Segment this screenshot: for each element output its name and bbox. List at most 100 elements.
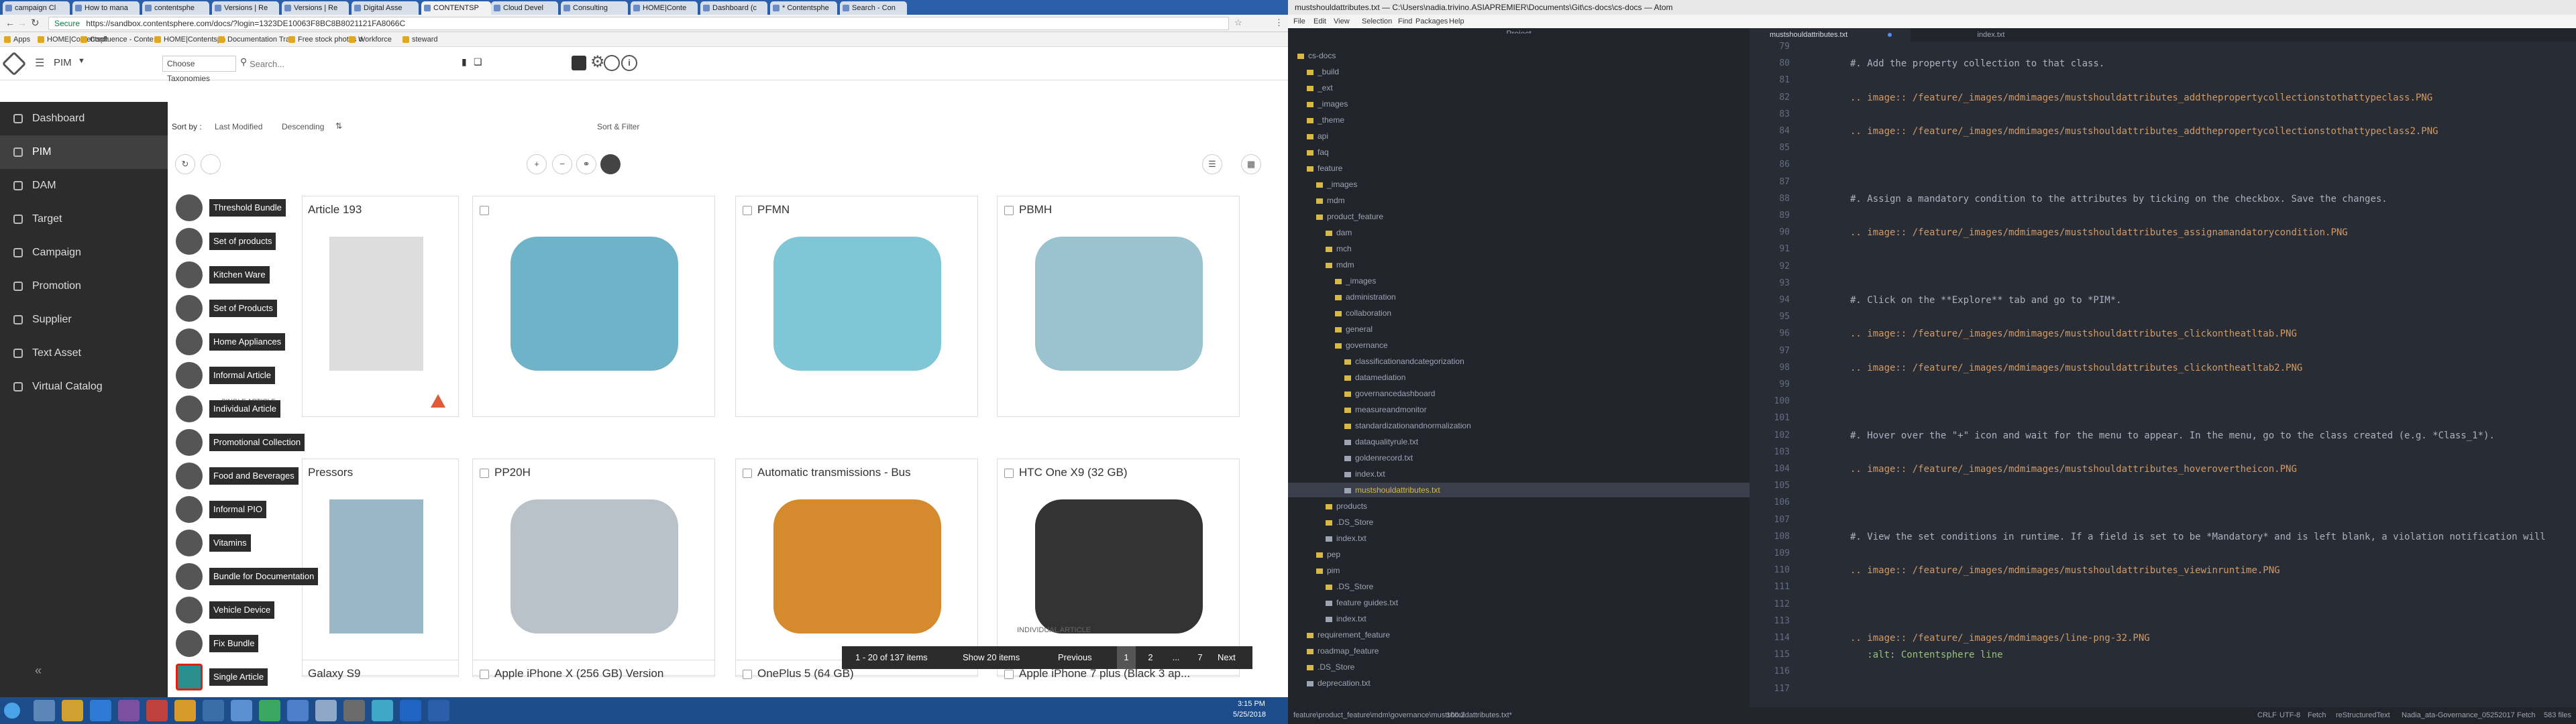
refresh-icon[interactable]: ↻ [175,154,195,174]
tree-item[interactable]: _build [1288,64,1750,79]
bookmark-item[interactable]: steward [402,32,438,47]
taskbar-app-icon[interactable] [203,700,224,721]
taskbar-app-icon[interactable] [118,700,140,721]
tree-item[interactable]: product_feature [1288,209,1750,224]
page-7-button[interactable]: 7 [1191,646,1210,669]
tree-item[interactable]: mch [1288,241,1750,256]
editor-tab[interactable]: index.txt [1911,28,2072,42]
atom-menu-edit[interactable]: Edit [1313,15,1326,28]
flyout-item-icon[interactable] [176,597,203,623]
atom-menu-selection[interactable]: Selection [1362,15,1392,28]
flyout-item-kitchen-ware[interactable]: Kitchen Ware [209,266,270,284]
start-button-icon[interactable] [4,703,20,719]
taskbar-app-icon[interactable] [428,700,449,721]
zoom-out-icon[interactable]: − [552,154,572,174]
previous-button[interactable]: Previous [1058,646,1092,669]
tree-item[interactable]: _theme [1288,113,1750,127]
status-encoding[interactable]: UTF-8 [2279,707,2300,724]
tree-item[interactable]: _images [1288,274,1750,288]
bookmark-item[interactable]: Apps [4,32,30,47]
card-checkbox[interactable] [480,469,489,478]
tree-item[interactable]: deprecation.txt [1288,676,1750,690]
tree-item[interactable]: mdm [1288,257,1750,272]
flyout-item-icon[interactable] [176,530,203,556]
tree-item[interactable]: standardizationandnormalization [1288,418,1750,433]
page-1-button[interactable]: 1 [1117,646,1136,669]
product-card[interactable]: PP20H [472,459,715,677]
flyout-item-icon[interactable] [176,630,203,657]
star-icon[interactable]: ☆ [1234,17,1242,28]
flyout-item-promotional-collection[interactable]: Promotional Collection [209,434,305,451]
taskbar-app-icon[interactable] [259,700,280,721]
flyout-item-bundle-for-documentation[interactable]: Bundle for Documentation [209,568,319,585]
gear-icon[interactable]: ⚙ [590,52,605,72]
flyout-item-icon[interactable] [176,362,203,389]
status-files[interactable]: 583 files [2544,707,2571,724]
tree-item[interactable]: index.txt [1288,611,1750,626]
taskbar-app-icon[interactable] [400,700,421,721]
bookmark-item[interactable]: Confluence - Conte [80,32,154,47]
tree-item[interactable]: datamediation [1288,370,1750,385]
card-title[interactable]: Apple iPhone X (256 GB) Version [494,667,663,680]
taskbar-app-icon[interactable] [287,700,309,721]
tree-item[interactable]: index.txt [1288,467,1750,481]
card-title[interactable]: Apple iPhone 7 plus (Black 3 ap... [1019,667,1190,680]
flyout-item-set-of-products[interactable]: Set of Products [209,300,277,317]
sidebar-item-pim[interactable]: PIM [0,135,168,169]
browser-tab[interactable]: Digital Asse [352,1,419,15]
browser-tab[interactable]: contentsphe [142,1,209,15]
atom-menu-view[interactable]: View [1334,15,1350,28]
tree-item[interactable]: pim [1288,563,1750,578]
tree-item[interactable]: roadmap_feature [1288,644,1750,658]
browser-tab[interactable]: HOME|Conte [631,1,698,15]
module-caret-icon[interactable]: ▼ [78,57,85,65]
taskbar-app-icon[interactable] [372,700,393,721]
card-title[interactable]: Pressors [308,466,353,479]
browser-tab[interactable]: Versions | Re [282,1,349,15]
page-2-button[interactable]: 2 [1141,646,1160,669]
info-icon[interactable]: i [621,55,637,71]
status-fetch-2[interactable]: Fetch [2517,707,2536,724]
logo-icon[interactable] [1,51,27,76]
product-card[interactable]: Pressors [302,459,459,677]
card-title[interactable]: OnePlus 5 (64 GB) [757,667,854,680]
tree-item[interactable]: pep [1288,547,1750,562]
status-file-path[interactable]: feature\product_feature\mdm\governance\m… [1293,707,1512,724]
card-checkbox[interactable] [743,469,752,478]
card-checkbox[interactable] [1004,206,1014,215]
sortby-value[interactable]: Last Modified [215,122,262,131]
card-title[interactable]: PBMH [1019,203,1052,217]
avatar-icon[interactable] [604,55,620,71]
flyout-item-individual-article[interactable]: Individual Article [209,400,280,418]
taskbar-app-icon[interactable] [174,700,196,721]
sidebar-item-text-asset[interactable]: Text Asset [0,337,168,370]
taxonomy-select[interactable]: Choose Taxonomies [162,56,236,83]
tree-item[interactable]: measureandmonitor [1288,402,1750,417]
tree-item[interactable]: .DS_Store [1288,515,1750,530]
flyout-item-vitamins[interactable]: Vitamins [209,534,251,552]
sidebar-item-campaign[interactable]: Campaign [0,236,168,269]
flyout-item-icon[interactable] [176,463,203,489]
product-card[interactable]: Automatic transmissions - Bus [735,459,978,677]
tree-item[interactable]: governance [1288,338,1750,353]
product-card[interactable]: HTC One X9 (32 GB) [997,459,1240,677]
flyout-item-icon[interactable] [176,429,203,456]
browser-tab[interactable]: Search - Con [840,1,907,15]
browser-tab[interactable]: Consulting [561,1,628,15]
bookmark-item[interactable]: HOME|Contentsph [154,32,225,47]
card-title[interactable]: Galaxy S9 [308,667,360,680]
next-button[interactable]: Next [1218,646,1236,669]
card-checkbox[interactable] [743,206,752,215]
tree-item[interactable]: dataqualityrule.txt [1288,434,1750,449]
sort-filter-button[interactable]: Sort & Filter [597,122,639,131]
tree-item[interactable]: .DS_Store [1288,579,1750,594]
tree-item[interactable]: _ext [1288,80,1750,95]
select-all-icon[interactable] [201,154,221,174]
flyout-item-icon[interactable] [176,664,203,690]
sidebar-item-supplier[interactable]: Supplier [0,303,168,337]
browser-tab[interactable]: Dashboard (c [700,1,767,15]
browser-tab[interactable]: Versions | Re [212,1,279,15]
tree-item[interactable]: _images [1288,177,1750,192]
zoom-in-icon[interactable]: + [527,154,547,174]
tree-item[interactable]: index.txt [1288,531,1750,546]
